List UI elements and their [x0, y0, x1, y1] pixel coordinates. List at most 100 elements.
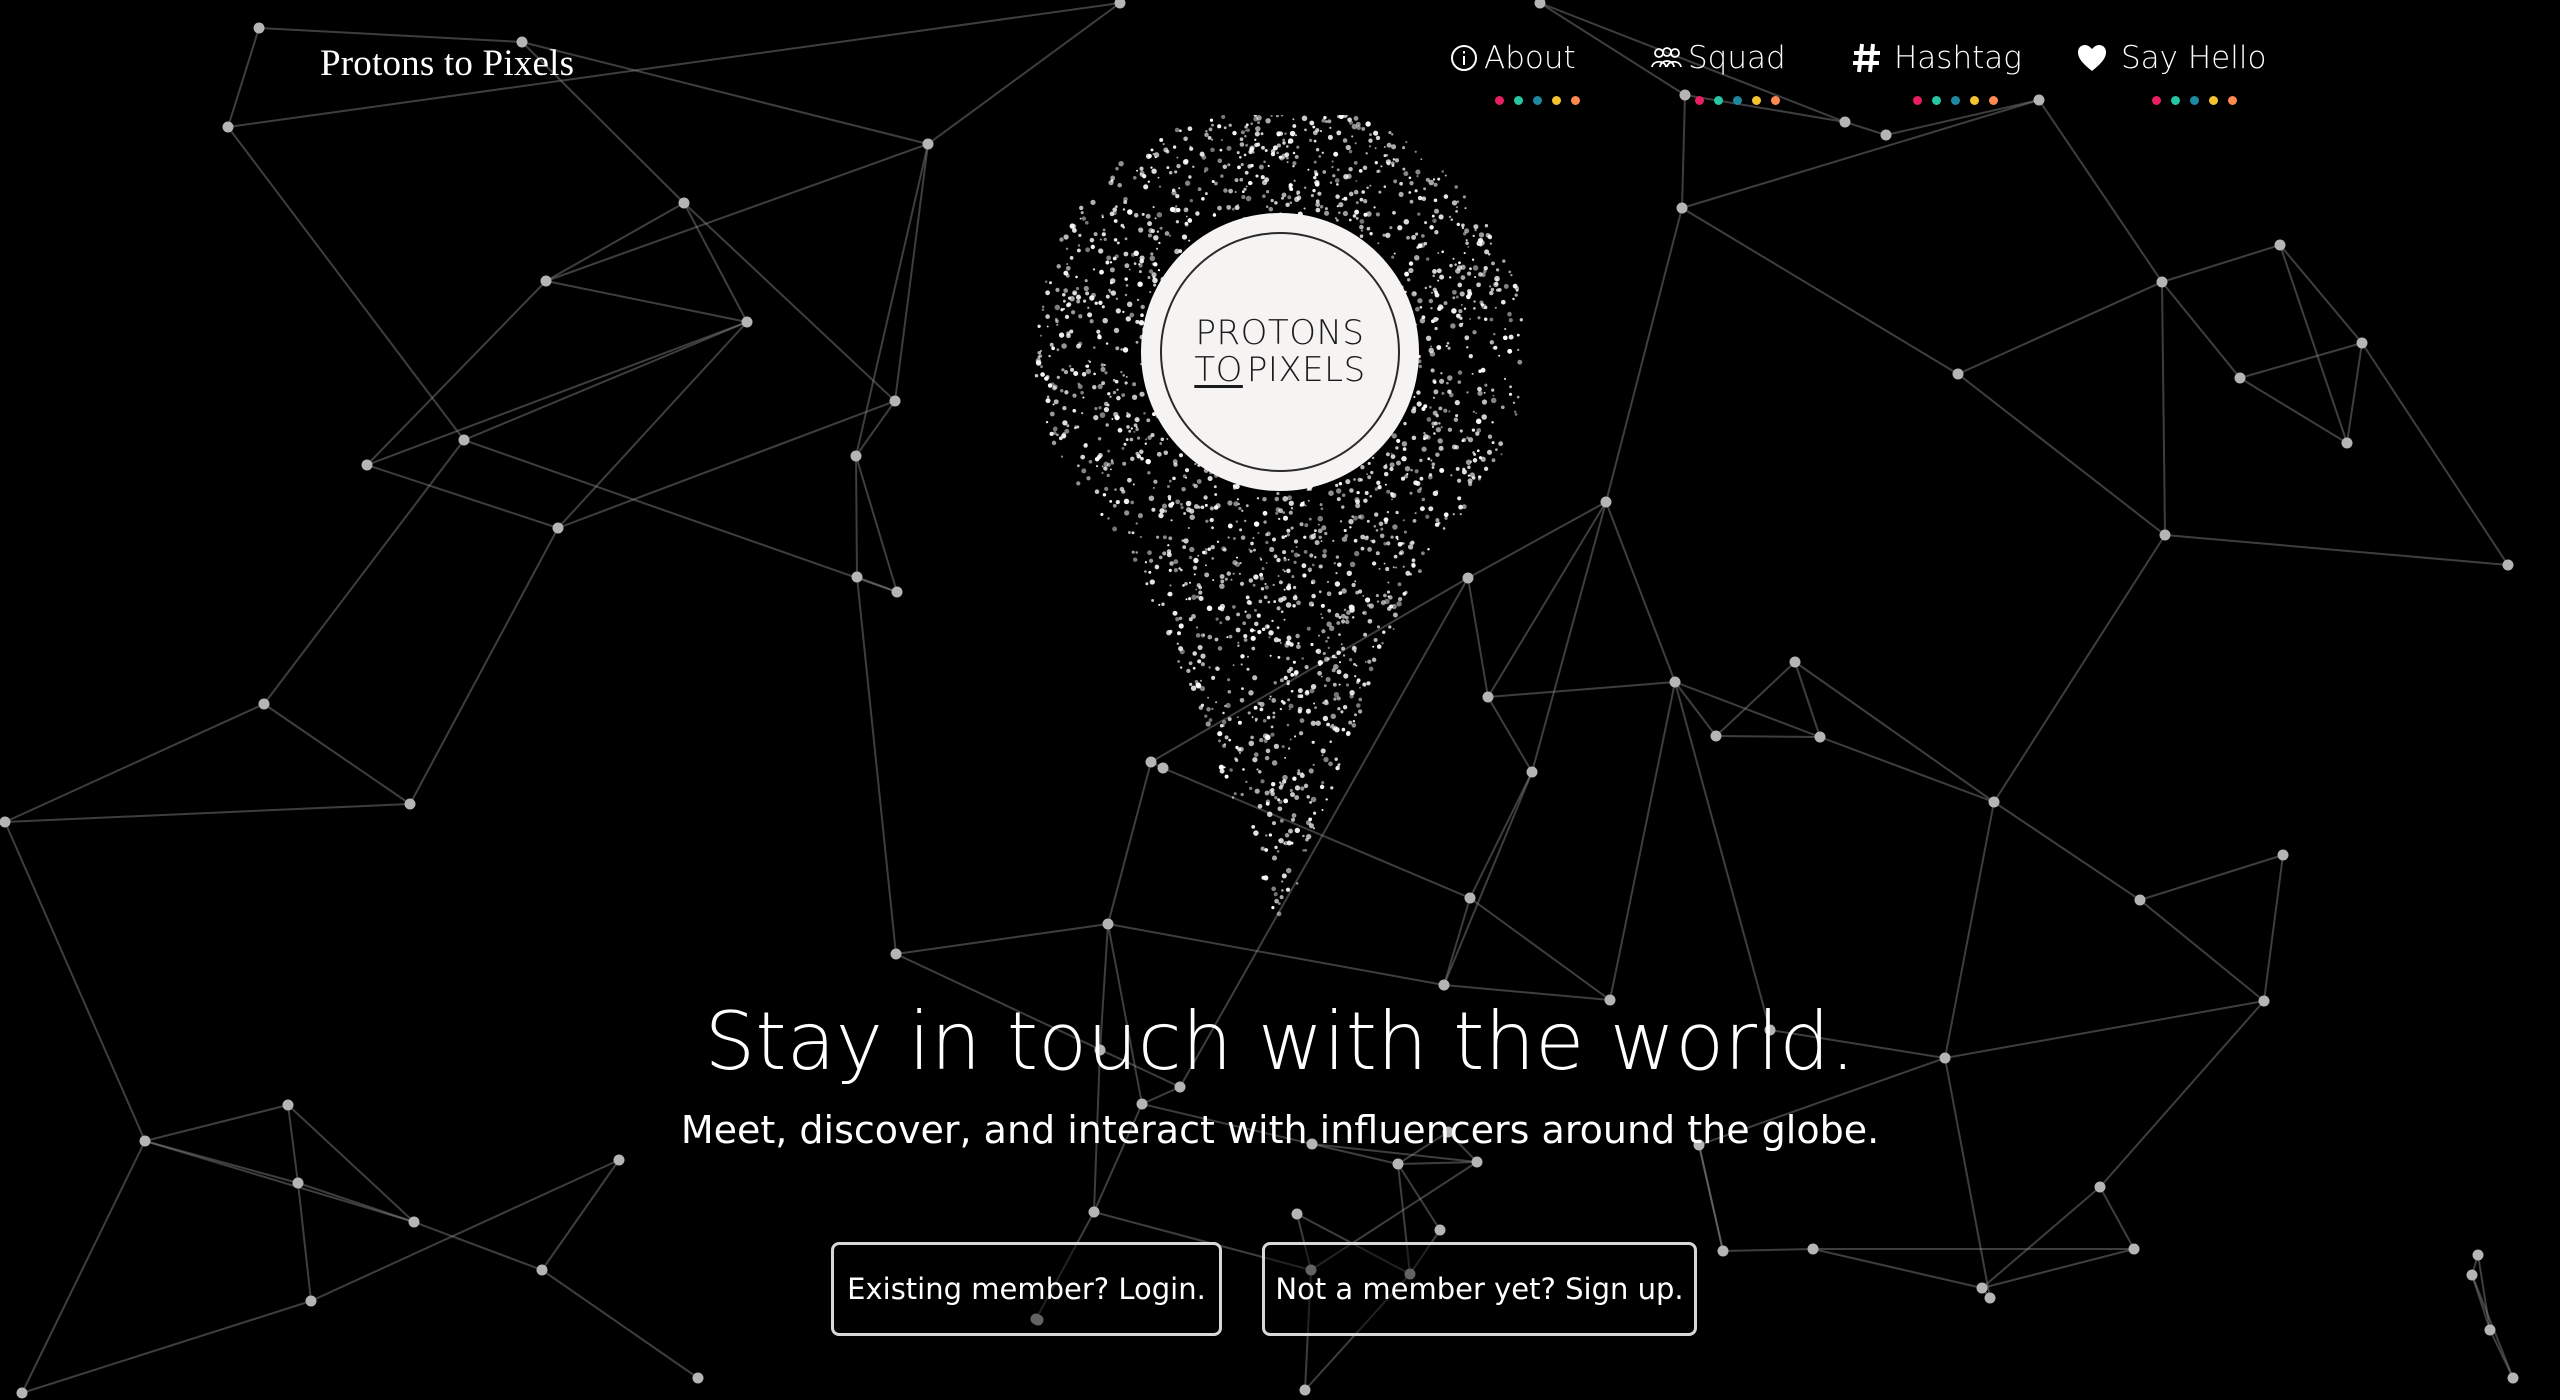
- nav-item-say-hello[interactable]: Say Hello: [2077, 40, 2266, 76]
- pin-particle: [1295, 882, 1299, 885]
- pin-particle: [1232, 486, 1237, 490]
- pin-particle: [1253, 521, 1260, 527]
- pin-particle: [1204, 167, 1209, 172]
- signup-button[interactable]: Not a member yet? Sign up.: [1262, 1242, 1697, 1336]
- nav-item-hashtag[interactable]: Hashtag: [1852, 40, 2022, 76]
- pin-particle: [1396, 538, 1399, 541]
- pin-particle: [1373, 130, 1379, 136]
- pin-particle: [1198, 590, 1203, 595]
- pin-particle: [1195, 626, 1199, 629]
- pin-particle: [1152, 206, 1155, 209]
- pin-particle: [1432, 274, 1435, 278]
- pin-particle: [1101, 232, 1106, 237]
- pin-particle: [1253, 574, 1259, 580]
- pin-particle: [1510, 273, 1513, 277]
- nav-item-squad[interactable]: Squad: [1650, 40, 1786, 76]
- pin-particle: [1413, 395, 1416, 399]
- pin-particle: [1351, 616, 1355, 619]
- pin-particle: [1236, 612, 1241, 617]
- pin-particle: [1080, 211, 1084, 215]
- pin-particle: [1046, 395, 1050, 399]
- pin-particle: [1162, 535, 1167, 540]
- pin-particle: [1270, 732, 1275, 737]
- pin-particle: [1343, 528, 1347, 533]
- pin-particle: [1098, 406, 1102, 410]
- pin-particle: [1280, 610, 1284, 614]
- pin-particle: [1252, 757, 1258, 763]
- pin-particle: [1241, 195, 1246, 200]
- pin-particle: [1487, 234, 1493, 240]
- pin-particle: [1204, 503, 1208, 507]
- pin-particle: [1195, 633, 1201, 638]
- pin-particle: [1241, 509, 1244, 512]
- network-node: [1814, 731, 1826, 743]
- pin-particle: [1149, 255, 1156, 262]
- pin-particle: [1168, 536, 1173, 541]
- nav-item-about[interactable]: About: [1450, 40, 1576, 76]
- pin-particle: [1265, 118, 1271, 124]
- pin-particle: [1240, 130, 1245, 135]
- pin-particle: [1304, 665, 1309, 670]
- pin-particle: [1483, 269, 1487, 274]
- pin-particle: [1279, 155, 1285, 161]
- pin-particle: [1189, 546, 1195, 553]
- pin-particle: [1296, 193, 1299, 196]
- pin-particle: [1137, 281, 1143, 287]
- pin-particle: [1230, 578, 1233, 581]
- pin-particle: [1421, 234, 1425, 238]
- network-node: [2234, 372, 2246, 384]
- pin-particle: [1062, 420, 1068, 426]
- pin-particle: [1108, 288, 1111, 292]
- pin-particle: [1259, 576, 1264, 581]
- pin-particle: [1289, 642, 1294, 647]
- pin-particle: [1471, 258, 1475, 261]
- pin-particle: [1392, 612, 1398, 618]
- pin-particle: [1281, 745, 1285, 749]
- network-node: [404, 798, 416, 810]
- pin-particle: [1284, 152, 1290, 158]
- pin-particle: [1252, 537, 1255, 540]
- pin-particle: [1376, 480, 1381, 485]
- pin-particle: [1424, 221, 1428, 225]
- pin-particle: [1227, 717, 1232, 722]
- network-line: [366, 464, 559, 529]
- pin-particle: [1052, 431, 1057, 435]
- pin-particle: [1318, 564, 1323, 569]
- pin-particle: [1179, 666, 1183, 669]
- brand-logo-text[interactable]: Protons to Pixels: [320, 42, 574, 85]
- pin-particle: [1389, 466, 1394, 472]
- pin-particle: [1433, 421, 1438, 426]
- pin-particle: [1406, 235, 1410, 240]
- pin-particle: [1279, 707, 1283, 711]
- pin-particle: [1348, 720, 1353, 725]
- pin-particle: [1414, 150, 1417, 153]
- pin-particle: [1108, 180, 1114, 186]
- network-line: [21, 1140, 146, 1394]
- pin-particle: [1211, 676, 1215, 681]
- pin-particle: [1103, 461, 1109, 467]
- login-button[interactable]: Existing member? Login.: [831, 1242, 1222, 1336]
- pin-particle: [1239, 142, 1245, 147]
- pin-particle: [1052, 403, 1055, 406]
- pin-particle: [1321, 754, 1324, 757]
- pin-particle: [1133, 213, 1139, 218]
- pin-particle: [1246, 128, 1250, 132]
- pin-particle: [1285, 887, 1291, 892]
- pin-particle: [1303, 207, 1306, 210]
- pin-particle: [1489, 290, 1494, 296]
- pin-particle: [1457, 282, 1463, 288]
- pin-particle: [1110, 461, 1115, 465]
- pin-particle: [1341, 505, 1345, 509]
- pin-particle: [1084, 220, 1089, 225]
- pin-particle: [1273, 600, 1277, 604]
- pin-particle: [1508, 270, 1512, 274]
- pin-particle: [1275, 115, 1280, 118]
- pin-particle: [1419, 487, 1423, 490]
- network-node: [1976, 1282, 1988, 1294]
- pin-particle: [1327, 636, 1330, 639]
- pin-particle: [1329, 625, 1335, 631]
- pin-particle: [1134, 417, 1140, 423]
- pin-particle: [1101, 471, 1104, 474]
- pin-particle: [1433, 389, 1439, 395]
- pin-particle: [1235, 520, 1239, 523]
